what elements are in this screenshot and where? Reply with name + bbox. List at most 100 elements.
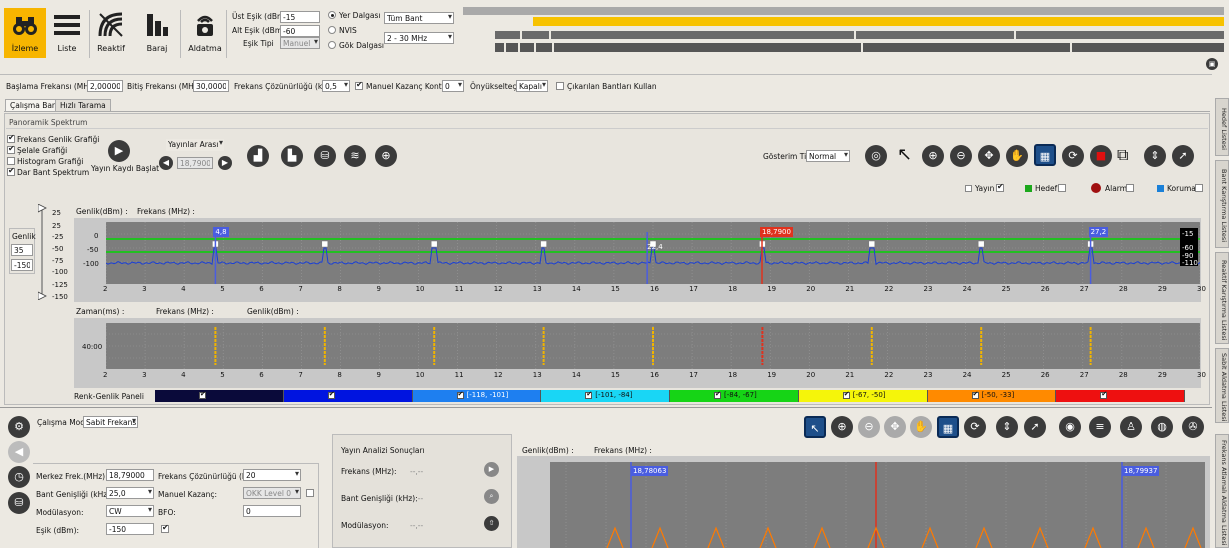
color-band-checkbox[interactable] xyxy=(456,390,464,399)
color-band-5[interactable]: [-67, -50] xyxy=(798,390,928,402)
freq-amp-graph-checkbox[interactable] xyxy=(7,133,15,143)
narrowband-checkbox[interactable] xyxy=(7,166,15,176)
legend-broadcast-checkbox[interactable] xyxy=(996,182,1004,192)
history-button[interactable]: ◷ xyxy=(8,466,30,488)
nb-tool-2[interactable]: ≡ xyxy=(1089,416,1111,438)
sky-wave-radio[interactable] xyxy=(328,41,336,49)
legend-protection-checkbox[interactable] xyxy=(1195,184,1203,192)
spectrum-marker-label[interactable]: 18,7900 xyxy=(760,227,793,237)
grid-button[interactable]: ▦ xyxy=(1034,144,1056,166)
threshold-input[interactable] xyxy=(106,523,154,535)
manual-gain-checkbox[interactable] xyxy=(355,80,363,90)
prev-broadcast-button[interactable]: ◀ xyxy=(159,156,173,170)
capture-button[interactable]: ◎ xyxy=(865,145,887,167)
gain-slider[interactable] xyxy=(38,204,48,300)
settings-button[interactable]: ⚙ xyxy=(8,416,30,438)
threshold-checkbox[interactable] xyxy=(161,523,169,533)
analysis-upload-button[interactable]: ⇧ xyxy=(484,516,499,531)
nb-pan-button[interactable]: ✋ xyxy=(910,416,932,438)
deception-button[interactable]: Aldatma xyxy=(184,8,226,58)
fit-button[interactable]: ✥ xyxy=(978,145,1000,167)
nb-compress-button[interactable]: ⇕ xyxy=(996,416,1018,438)
spectrum-marker-label[interactable]: 22,4 xyxy=(645,242,665,252)
lower-threshold-input[interactable] xyxy=(280,25,320,37)
color-band-2[interactable]: [-118, -101] xyxy=(412,390,542,402)
nb-tool-5[interactable]: ✇ xyxy=(1182,416,1204,438)
zoom-in-button[interactable]: ⊕ xyxy=(922,145,944,167)
bfo-input[interactable] xyxy=(243,505,301,517)
waterfall-checkbox[interactable] xyxy=(7,144,15,154)
wave-tool[interactable]: ≋ xyxy=(344,145,366,167)
legend-alarm-checkbox[interactable] xyxy=(1126,184,1134,192)
record-db-button[interactable]: ⛁ xyxy=(8,492,30,514)
spectrum-marker-label[interactable]: 27,2 xyxy=(1088,227,1109,237)
waterfall-plot[interactable] xyxy=(106,323,1200,369)
side-tab-hopping-deception-list[interactable]: Frekans Atlamalı Aldatma Listesi xyxy=(1215,434,1229,548)
select-cursor-button[interactable]: ➚ xyxy=(1172,145,1194,167)
windows-button[interactable]: ⧉ xyxy=(1117,145,1139,167)
color-band-7[interactable] xyxy=(1056,390,1185,402)
analysis-play-button[interactable]: ▶ xyxy=(484,462,499,477)
color-band-checkbox[interactable] xyxy=(585,390,593,399)
database-tool[interactable]: ⛁ xyxy=(314,145,336,167)
range-select[interactable]: 2 - 30 MHz xyxy=(384,32,454,44)
color-band-checkbox[interactable] xyxy=(714,390,721,399)
nb-tool-4[interactable]: ◍ xyxy=(1151,416,1173,438)
gain-bottom-input[interactable] xyxy=(11,259,33,271)
color-band-3[interactable]: [-101, -84] xyxy=(541,390,670,402)
bottom-manual-gain-select[interactable]: OKK Level 0 xyxy=(243,487,301,499)
bandwidth-select[interactable]: 25,0 xyxy=(106,487,154,499)
signal-strength-tool[interactable]: ▟ xyxy=(247,145,269,167)
split-tool[interactable]: ⊕ xyxy=(375,145,397,167)
nav-select[interactable]: Yayınlar Arası xyxy=(166,139,224,151)
side-tab-reactive-jam-list[interactable]: Reaktif Karıştırma Listesi xyxy=(1215,252,1229,344)
tab-fast-scan[interactable]: Hızlı Tarama xyxy=(55,99,111,111)
upper-threshold-input[interactable] xyxy=(280,11,320,23)
nb-refresh-button[interactable]: ⟳ xyxy=(964,416,986,438)
excluded-bands-checkbox[interactable] xyxy=(556,82,564,90)
stats-tool[interactable]: ▙ xyxy=(281,145,303,167)
side-tab-target-list[interactable]: Hedef Listesi xyxy=(1215,98,1229,156)
gain-top-input[interactable] xyxy=(11,244,33,256)
color-band-checkbox[interactable] xyxy=(971,390,979,399)
list-button[interactable]: Liste xyxy=(46,8,88,58)
refresh-button[interactable]: ⟳ xyxy=(1062,145,1084,167)
center-freq-input[interactable] xyxy=(106,469,154,481)
nb-pointer-button[interactable]: ↖ xyxy=(804,416,826,438)
nb-zoom-out-button[interactable]: ⊖ xyxy=(858,416,880,438)
mode-select[interactable]: Sabit Frekans xyxy=(83,416,138,428)
ground-wave-radio[interactable] xyxy=(328,11,336,19)
pointer-tool[interactable]: ↖ xyxy=(897,144,917,166)
threshold-type-select[interactable]: Manuel xyxy=(280,37,320,49)
stop-button[interactable]: ■ xyxy=(1090,145,1112,167)
monitor-button[interactable]: İzleme xyxy=(4,8,46,58)
start-freq-input[interactable] xyxy=(87,80,123,92)
nb-zoom-in-button[interactable]: ⊕ xyxy=(831,416,853,438)
barrage-button[interactable]: Baraj xyxy=(136,8,178,58)
modulation-select[interactable]: CW xyxy=(106,505,154,517)
nb-tool-3[interactable]: ♙ xyxy=(1120,416,1142,438)
audio-button[interactable]: ◀ xyxy=(8,441,30,463)
nb-select-button[interactable]: ➚ xyxy=(1024,416,1046,438)
analysis-search-button[interactable]: ⌕ xyxy=(484,489,499,504)
zoom-out-button[interactable]: ⊖ xyxy=(950,145,972,167)
resolution-select[interactable]: 0,5 xyxy=(322,80,350,92)
color-band-0[interactable] xyxy=(155,390,284,402)
stop-freq-input[interactable] xyxy=(193,80,229,92)
pan-button[interactable]: ✋ xyxy=(1006,145,1028,167)
legend-target-checkbox[interactable] xyxy=(1058,184,1066,192)
color-band-checkbox[interactable] xyxy=(327,390,335,399)
compress-button[interactable]: ⇕ xyxy=(1144,145,1166,167)
histogram-checkbox[interactable] xyxy=(7,157,15,165)
nb-grid-button[interactable]: ▦ xyxy=(937,416,959,438)
bottom-res-select[interactable]: 20 xyxy=(243,469,301,481)
nav-freq-input[interactable] xyxy=(177,157,213,169)
color-band-checkbox[interactable] xyxy=(1100,390,1108,399)
side-tab-fixed-deception-list[interactable]: Sabit Aldatma Listesi xyxy=(1215,348,1229,423)
save-icon[interactable]: ▣ xyxy=(1206,58,1218,70)
side-tab-band-jam-list[interactable]: Bant Karıştırma Listesi xyxy=(1215,160,1229,248)
color-band-1[interactable] xyxy=(283,390,413,402)
manual-gain-select[interactable]: 0 xyxy=(442,80,464,92)
record-start-button[interactable]: ▶ xyxy=(108,140,130,162)
color-band-6[interactable]: [-50, -33] xyxy=(927,390,1057,402)
